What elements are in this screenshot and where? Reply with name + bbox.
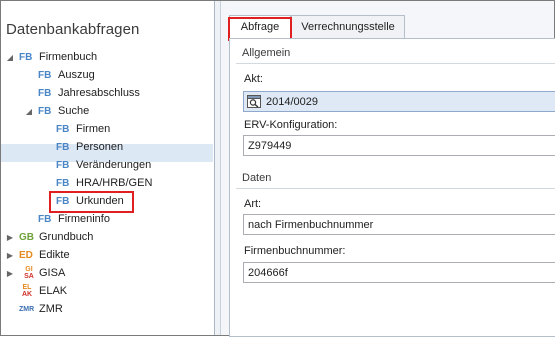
tree-item-label: Firmeninfo [58, 213, 110, 225]
gisa-icon-bottom: SA [24, 273, 34, 280]
collapsed-arrow-icon[interactable]: ▶ [6, 229, 14, 246]
tree-item-label: Auszug [58, 69, 95, 81]
navigation-panel: Datenbankabfragen ◢ FB Firmenbuch FB Aus… [1, 1, 215, 335]
fb-icon: FB [56, 160, 70, 171]
group-title-daten: Daten [242, 172, 272, 184]
tree-item-label: Personen [76, 141, 124, 153]
tree-item-label: Suche [58, 105, 90, 117]
art-field[interactable]: nach Firmenbuchnummer [243, 214, 555, 235]
tree-item-label: Veränderungen [76, 159, 152, 171]
group-divider [236, 63, 555, 64]
gisa-icon-top: GI [25, 266, 33, 273]
lookup-icon[interactable] [247, 95, 261, 108]
zmr-icon: ZMR [19, 306, 35, 313]
art-label: Art: [244, 198, 262, 210]
elak-icon-top: EL [22, 284, 32, 291]
tree-item-label: Jahresabschluss [58, 87, 140, 99]
gb-icon: GB [19, 232, 34, 243]
fb-icon: FB [56, 142, 70, 153]
fb-icon: FB [56, 178, 70, 189]
tree-item-label: Grundbuch [39, 231, 94, 243]
art-value: nach Firmenbuchnummer [248, 219, 374, 231]
firmenbuchnummer-field[interactable]: 204666f [243, 262, 555, 283]
erv-field[interactable]: Z979449 [243, 135, 555, 156]
tab-content: Allgemein Akt: 2014/0029 ERV-Konfigurati… [229, 38, 555, 337]
ed-icon: ED [19, 250, 33, 261]
tree-item-label: Edikte [39, 249, 70, 261]
erv-value: Z979449 [248, 140, 292, 152]
group-divider [236, 188, 555, 189]
collapsed-arrow-icon[interactable]: ▶ [6, 265, 14, 282]
fb-icon: FB [38, 70, 52, 81]
tree-item-label: GISA [39, 267, 66, 279]
elak-icon: EL AK [20, 284, 34, 298]
elak-icon-bottom: AK [21, 291, 33, 298]
urkunden-highlight-box [49, 191, 134, 213]
akt-label: Akt: [244, 73, 263, 85]
tab-verrechnungsstelle[interactable]: Verrechnungsstelle [291, 15, 405, 38]
fb-icon: FB [38, 214, 52, 225]
fb-icon: FB [38, 88, 52, 99]
akt-value: 2014/0029 [266, 96, 318, 108]
expanded-arrow-icon[interactable]: ◢ [6, 49, 14, 66]
collapsed-arrow-icon[interactable]: ▶ [6, 247, 14, 264]
erv-label: ERV-Konfiguration: [244, 119, 338, 131]
fb-icon: FB [19, 52, 33, 63]
tree-item-label: Firmenbuch [39, 51, 98, 63]
firmenbuchnummer-label: Firmenbuchnummer: [244, 245, 346, 257]
fb-icon: FB [38, 106, 52, 117]
tree-item-label: HRA/HRB/GEN [76, 177, 153, 189]
group-title-allgemein: Allgemein [242, 47, 291, 59]
app-window: Datenbankabfragen ◢ FB Firmenbuch FB Aus… [0, 0, 555, 337]
expanded-arrow-icon[interactable]: ◢ [25, 103, 33, 120]
firmenbuchnummer-value: 204666f [248, 267, 288, 279]
tree-item-label: ZMR [39, 303, 63, 315]
query-panel: Abfrage Verrechnungsstelle Allgemein Akt… [221, 1, 555, 337]
gisa-icon: GI SA [22, 266, 36, 280]
tab-label: Verrechnungsstelle [301, 21, 395, 33]
tree-item-label: ELAK [39, 285, 68, 297]
akt-field[interactable]: 2014/0029 [243, 91, 555, 112]
panel-title: Datenbankabfragen [6, 21, 140, 38]
fb-icon: FB [56, 124, 70, 135]
tree-item-label: Firmen [76, 123, 111, 135]
